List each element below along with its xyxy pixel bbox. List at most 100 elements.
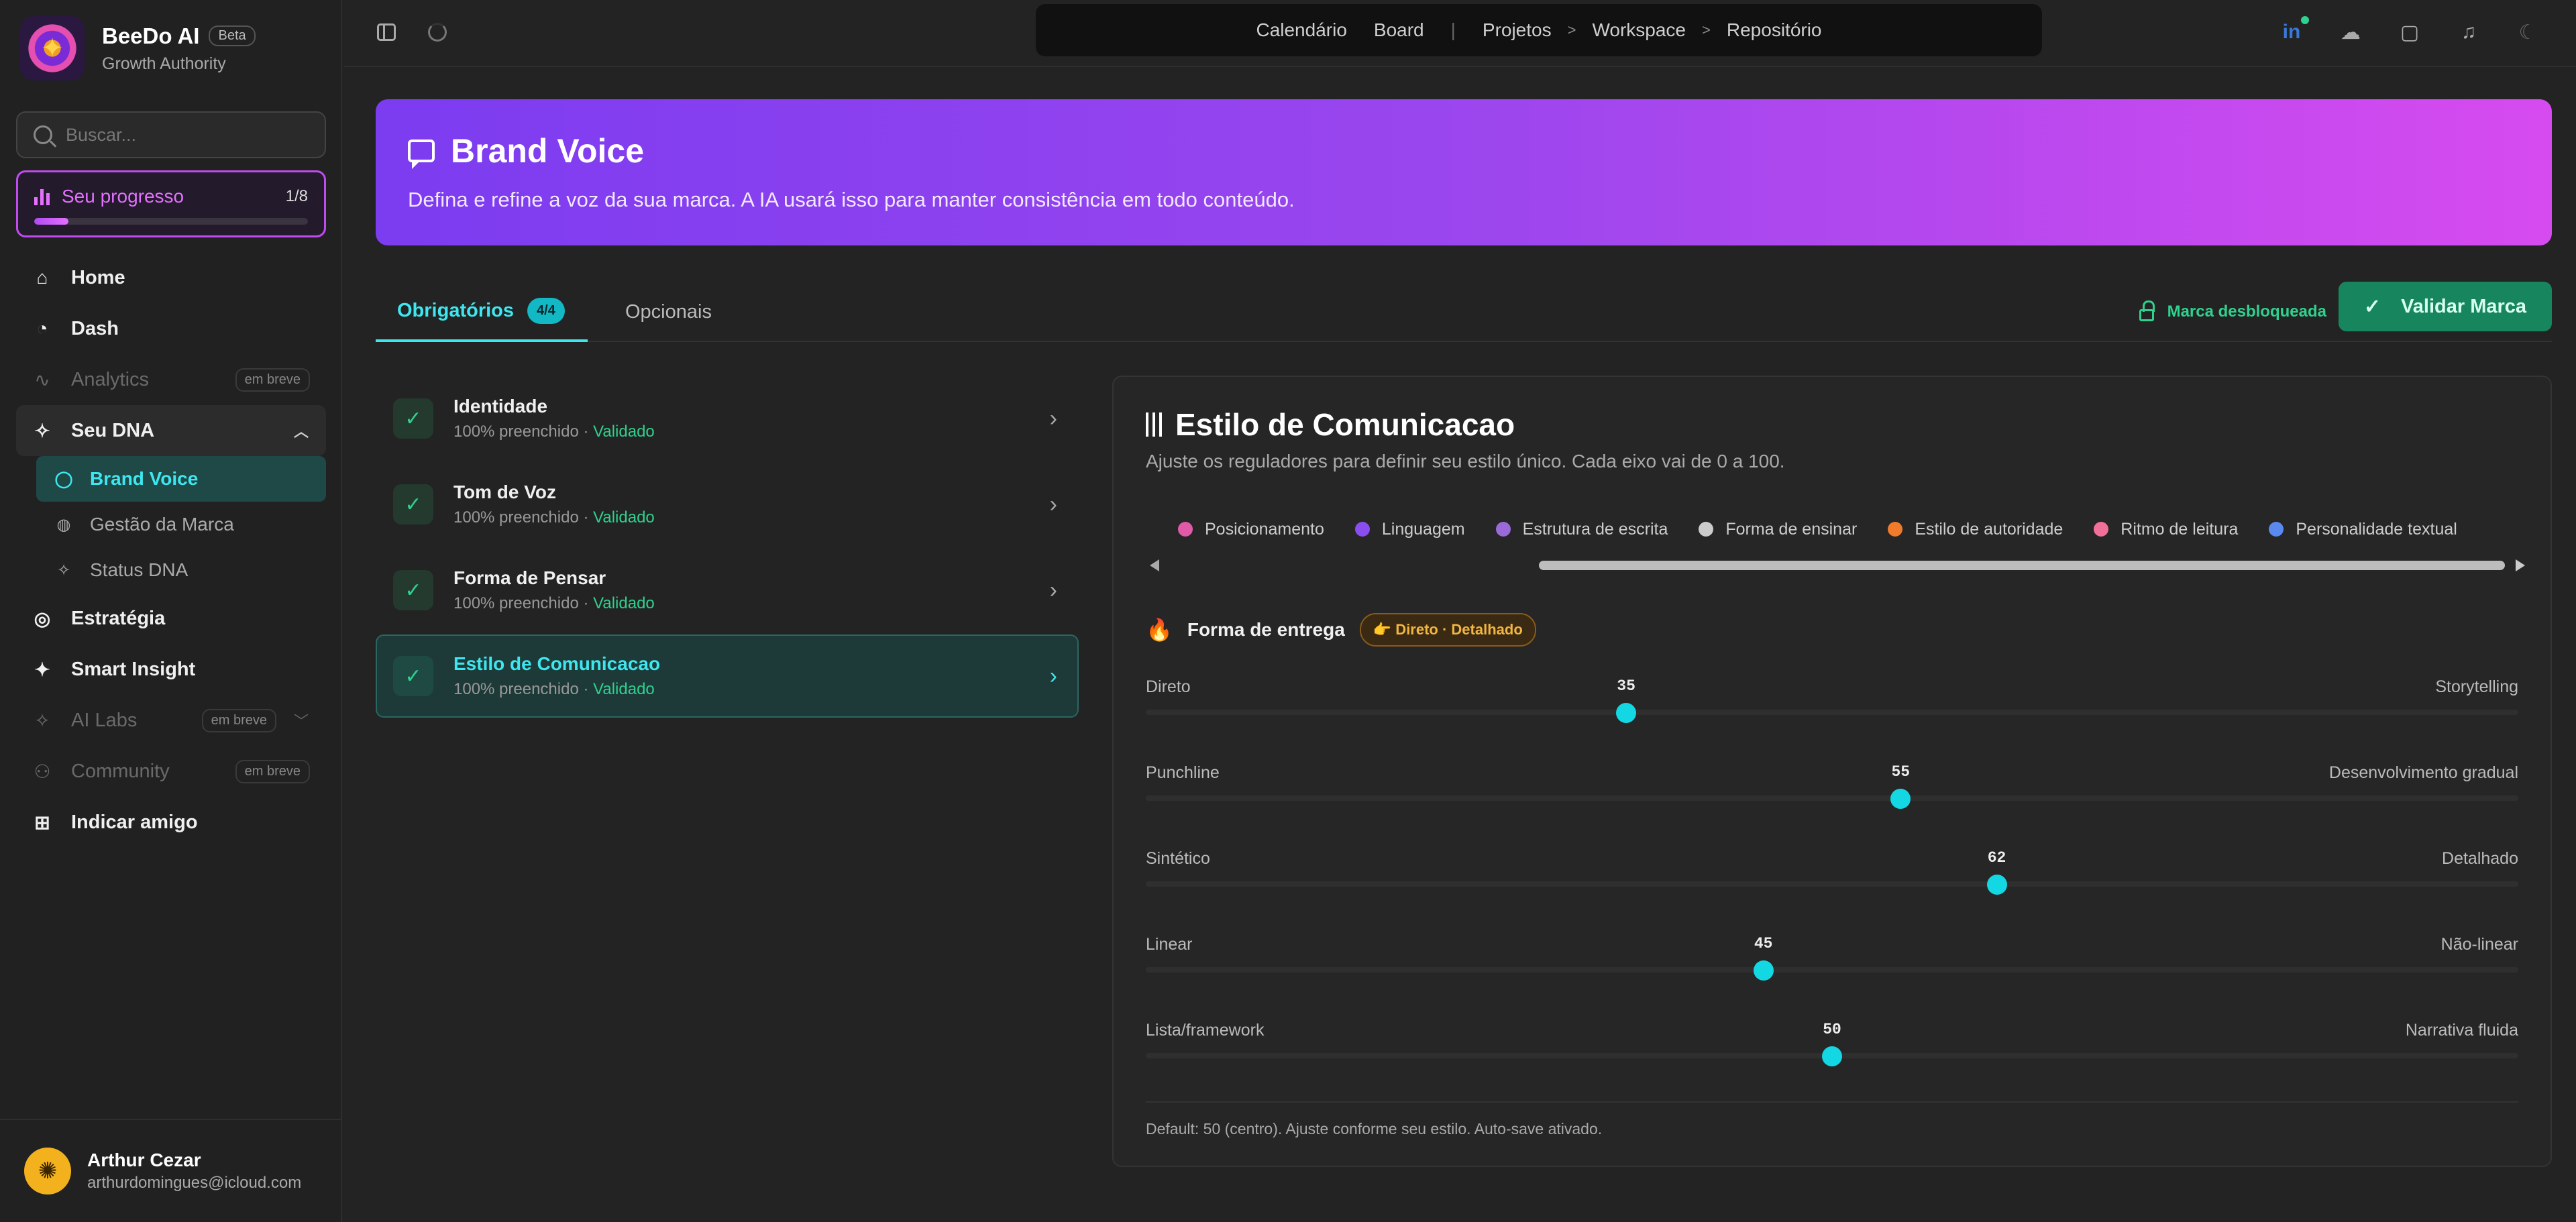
style-slider[interactable]: Sintético 62 Detalhado xyxy=(1146,849,2518,909)
gift-icon: ⊞ xyxy=(34,812,50,833)
brand[interactable]: ✦ BeeDo AI Beta Growth Authority xyxy=(20,16,256,80)
chevron-down-icon: ﹀ xyxy=(293,713,309,730)
slider-right-label: Narrativa fluida xyxy=(2405,1021,2518,1040)
sparkles-icon: ✦ xyxy=(34,659,50,680)
check-icon: ✓ xyxy=(393,656,433,696)
category-tabs: Posicionamento Linguagem Estrutura de escr… xyxy=(1146,512,2528,546)
cloud-icon[interactable]: ☁ xyxy=(2337,19,2364,46)
search-input[interactable] xyxy=(66,124,321,146)
chevron-right-icon: › xyxy=(1049,663,1057,689)
sidebar-toggle-icon[interactable] xyxy=(373,19,400,46)
search-box[interactable] xyxy=(16,111,326,158)
category-icon xyxy=(2269,522,2284,537)
category-tab[interactable]: Estilo de autoridade xyxy=(1888,520,2063,539)
message-icon[interactable]: ▢ xyxy=(2396,19,2423,46)
style-slider[interactable]: Lista/framework 50 Narrativa fluida xyxy=(1146,1021,2518,1081)
style-slider[interactable]: Linear 45 Não-linear xyxy=(1146,935,2518,995)
slider-value: 55 xyxy=(1891,763,1911,781)
category-tab[interactable]: Linguagem xyxy=(1354,520,1465,539)
slider-track[interactable] xyxy=(1146,710,2518,715)
check-icon: ✓ xyxy=(2363,295,2381,318)
style-slider[interactable]: Punchline 55 Desenvolvimento gradual xyxy=(1146,763,2518,824)
nav-brand-voice[interactable]: ◯ Brand Voice xyxy=(36,456,326,502)
bee-logo-icon: ✦ xyxy=(20,16,85,80)
soon-badge: em breve xyxy=(235,368,310,392)
nav-estrategia[interactable]: ◎ Estratégia xyxy=(16,593,326,644)
tab-obrigatorios[interactable]: Obrigatórios 4/4 xyxy=(376,282,588,342)
chevron-right-icon: › xyxy=(1049,577,1057,603)
slider-track[interactable] xyxy=(1146,967,2518,973)
topnav-repositorio[interactable]: Repositório xyxy=(1727,19,1822,41)
step-identidade[interactable]: ✓ Identidade 100% preenchido · Validado … xyxy=(376,377,1079,460)
nav-seu-dna[interactable]: ✧ Seu DNA ︿ xyxy=(16,405,326,456)
nav-dash[interactable]: ◔ Dash xyxy=(16,303,326,354)
slider-right-label: Storytelling xyxy=(2435,677,2518,696)
slider-value: 35 xyxy=(1617,677,1635,695)
home-icon: ⌂ xyxy=(36,267,48,288)
sliders-icon xyxy=(1146,412,1162,437)
slider-value: 45 xyxy=(1754,935,1773,952)
nav-analytics[interactable]: ∿ Analytics em breve xyxy=(16,354,326,405)
step-tom-de-voz[interactable]: ✓ Tom de Voz 100% preenchido · Validado … xyxy=(376,463,1079,546)
slider-thumb[interactable] xyxy=(1890,789,1911,809)
slider-thumb[interactable] xyxy=(1986,875,2007,895)
step-forma-de-pensar[interactable]: ✓ Forma de Pensar 100% preenchido · Vali… xyxy=(376,549,1079,632)
category-tab[interactable]: Personalidade textual xyxy=(2269,520,2457,539)
nav-smart-insight[interactable]: ✦ Smart Insight xyxy=(16,644,326,695)
slider-track[interactable] xyxy=(1146,881,2518,887)
slider-value: 50 xyxy=(1823,1021,1841,1038)
page-subtitle: Defina e refine a voz da sua marca. A IA… xyxy=(408,188,1295,211)
bell-icon[interactable]: ♫ xyxy=(2455,19,2482,46)
panel-subtitle: Ajuste os reguladores para definir seu e… xyxy=(1146,451,1785,471)
users-icon: ⚇ xyxy=(34,761,51,782)
nav-ai-labs[interactable]: ✧ AI Labs em breve ﹀ xyxy=(16,695,326,746)
category-icon xyxy=(1888,522,1903,537)
slider-right-label: Desenvolvimento gradual xyxy=(2328,763,2518,782)
gauge-icon: ◔ xyxy=(36,318,48,339)
loading-spinner-icon xyxy=(424,19,451,46)
chevron-right-icon: › xyxy=(1049,405,1057,431)
category-tab[interactable]: Ritmo de leitura xyxy=(2094,520,2238,539)
progress-fill xyxy=(34,218,68,225)
slider-thumb[interactable] xyxy=(1822,1046,1842,1066)
communication-style-panel: Estilo de Comunicacao Ajuste os regulado… xyxy=(1112,376,2552,1167)
page-title: Brand Voice xyxy=(451,132,645,170)
topnav-workspace[interactable]: Workspace xyxy=(1592,19,1686,41)
category-tab[interactable]: Estrutura de escrita xyxy=(1495,520,1668,539)
nav-indicar-amigo[interactable]: ⊞ Indicar amigo xyxy=(16,797,326,848)
scroll-thumb[interactable] xyxy=(1539,561,2505,570)
style-slider[interactable]: Direto 35 Storytelling xyxy=(1146,677,2518,738)
slider-right-label: Detalhado xyxy=(2442,849,2518,868)
app-subtitle: Growth Authority xyxy=(102,54,226,73)
horizontal-scrollbar[interactable] xyxy=(1146,558,2529,574)
moon-icon[interactable]: ☾ xyxy=(2514,19,2541,46)
sparkle-icon: ✧ xyxy=(34,710,50,731)
category-icon xyxy=(1178,522,1193,537)
chat-icon xyxy=(408,140,435,169)
category-tab[interactable]: Forma de ensinar xyxy=(1699,520,1857,539)
category-tab[interactable]: Posicionamento xyxy=(1178,520,1324,539)
slider-left-label: Punchline xyxy=(1146,763,1220,782)
scroll-right-icon[interactable] xyxy=(2516,559,2525,571)
validate-brand-button[interactable]: ✓ Validar Marca xyxy=(2339,282,2552,331)
tabs-bar: Obrigatórios 4/4 Opcionais Marca desbloq… xyxy=(376,282,2552,342)
soon-badge: em breve xyxy=(201,708,276,732)
topnav-projetos[interactable]: Projetos xyxy=(1483,19,1552,41)
linkedin-icon[interactable]: in xyxy=(2278,16,2309,46)
nav-status-dna[interactable]: ✧ Status DNA xyxy=(36,547,326,593)
step-estilo-comunicacao[interactable]: ✓ Estilo de Comunicacao 100% preenchido … xyxy=(376,634,1079,718)
nav-gestao-marca[interactable]: ◍ Gestão da Marca xyxy=(36,502,326,547)
panel-footer-note: Default: 50 (centro). Ajuste conforme se… xyxy=(1146,1101,2518,1138)
slider-thumb[interactable] xyxy=(1753,960,1774,981)
user-profile[interactable]: ✺ Arthur Cezar arthurdomingues@icloud.co… xyxy=(0,1119,342,1222)
nav-home[interactable]: ⌂ Home xyxy=(16,252,326,303)
tab-opcionais[interactable]: Opcionais xyxy=(625,282,712,342)
scroll-left-icon[interactable] xyxy=(1150,559,1159,571)
topnav-calendario[interactable]: Calendário xyxy=(1256,19,1346,41)
progress-card[interactable]: Seu progresso 1/8 xyxy=(16,170,326,237)
topnav-board[interactable]: Board xyxy=(1374,19,1424,41)
slider-track[interactable] xyxy=(1146,795,2518,801)
nav-community[interactable]: ⚇ Community em breve xyxy=(16,746,326,797)
topbar: Calendário Board | Projetos > Workspace … xyxy=(343,0,2576,67)
slider-thumb[interactable] xyxy=(1616,703,1637,723)
